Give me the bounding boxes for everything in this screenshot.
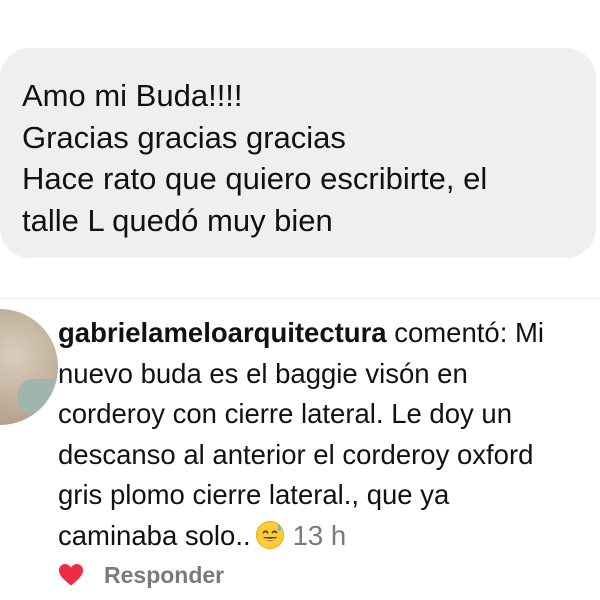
reply-button[interactable]: Responder <box>104 562 224 589</box>
message-bubble: Amo mi Buda!!!! Gracias gracias gracias … <box>0 48 596 258</box>
comment-last-line: caminaba solo.. 13 h <box>58 516 598 562</box>
message-line: Gracias gracias gracias <box>22 119 346 155</box>
comment-header-line: gabrielameloarquitectura comentó: Mi <box>58 313 598 354</box>
notification-screen: Amo mi Buda!!!! Gracias gracias gracias … <box>0 0 600 600</box>
divider <box>0 298 600 299</box>
comment-line: gris plomo cierre lateral., que ya <box>58 479 450 510</box>
comment-actions: Responder <box>58 560 224 590</box>
comment-last-text: caminaba solo.. <box>58 519 251 551</box>
comment-line: descanso al anterior el corderoy oxford <box>58 438 534 470</box>
comment-body: gabrielameloarquitectura comentó: Mi nue… <box>58 313 598 561</box>
message-line: Hace rato que quiero escribirte, el <box>22 161 488 196</box>
message-line: talle L quedó muy bien <box>22 202 333 238</box>
comment-verb: comentó: Mi <box>386 317 544 348</box>
sweat-smile-emoji-icon <box>255 520 285 562</box>
comment-line: nuevo buda es el baggie visón en <box>58 357 468 389</box>
avatar[interactable] <box>0 309 58 425</box>
comment-line: corderoy con cierre lateral. Le doy un <box>58 398 512 429</box>
comment-username[interactable]: gabrielameloarquitectura <box>58 317 387 348</box>
message-line: Amo mi Buda!!!! <box>22 78 243 113</box>
comment-timestamp: 13 h <box>292 519 347 551</box>
heart-icon[interactable] <box>58 563 84 587</box>
avatar-photo-detail <box>18 379 58 413</box>
